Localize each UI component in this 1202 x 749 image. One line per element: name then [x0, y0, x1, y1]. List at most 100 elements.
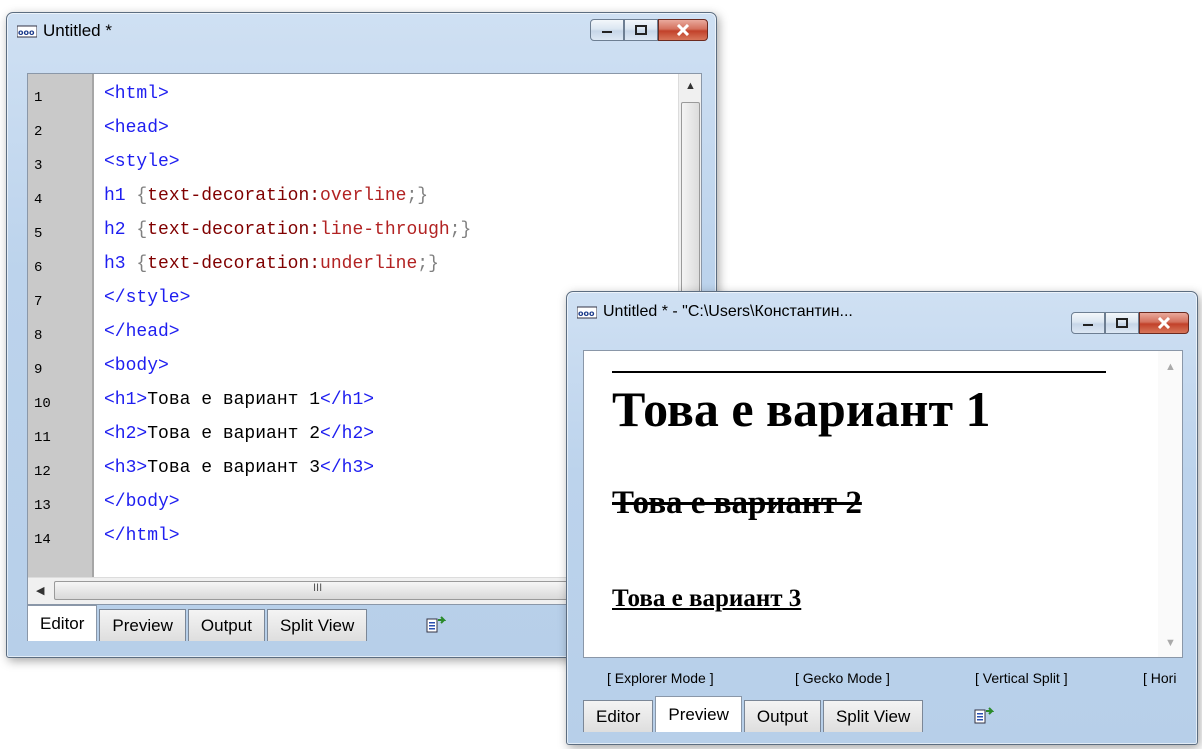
close-button[interactable]: [658, 19, 708, 41]
code-line[interactable]: <head>: [104, 118, 169, 138]
sync-view-icon[interactable]: [973, 706, 995, 726]
maximize-icon: [1116, 318, 1128, 328]
html-tag: <h3>: [104, 458, 148, 478]
preview-heading-1: Това е вариант 1: [612, 371, 1106, 441]
minimize-button[interactable]: [1071, 312, 1105, 334]
line-number-gutter: 1 2 3 4 5 6 7 8 9 10 11 12 13 14: [28, 74, 94, 580]
minimize-icon: [1083, 324, 1093, 326]
minimize-icon: [602, 31, 612, 33]
code-line[interactable]: </style>: [104, 288, 190, 308]
preview-window: ooo Untitled * - "C:\Users\Константин...…: [566, 291, 1198, 745]
html-tag: <h2>: [104, 424, 148, 444]
line-number: 7: [34, 294, 43, 310]
line-number: 2: [34, 124, 43, 140]
preview-heading-2: Това е вариант 2: [612, 485, 862, 521]
code-line[interactable]: <body>: [104, 356, 169, 376]
html-tag: </h2>: [320, 424, 375, 444]
code-line[interactable]: </html>: [104, 526, 180, 546]
maximize-icon: [635, 25, 647, 35]
css-property: text-decoration:: [147, 220, 321, 240]
editor-tab-bar: Editor Preview Output Split View: [27, 605, 447, 641]
render-mode-bar: [ Explorer Mode ] [ Gecko Mode ] [ Verti…: [583, 662, 1197, 692]
preview-titlebar[interactable]: ooo Untitled * - "C:\Users\Константин...: [567, 294, 1197, 334]
scroll-left-icon[interactable]: ◀: [36, 584, 44, 597]
maximize-button[interactable]: [1105, 312, 1139, 334]
scroll-up-icon[interactable]: ▲: [685, 80, 696, 92]
scroll-down-icon[interactable]: ▼: [1165, 637, 1176, 649]
tab-output[interactable]: Output: [187, 609, 265, 641]
html-tag: <body>: [104, 356, 169, 376]
css-selector: h1: [104, 186, 126, 206]
code-line[interactable]: <style>: [104, 152, 180, 172]
css-value: line-through: [320, 220, 450, 240]
code-line[interactable]: <h1>Това е вариант 1</h1>: [104, 390, 374, 410]
html-text: Това е вариант 1: [147, 390, 321, 410]
html-tag: </h1>: [320, 390, 375, 410]
close-button[interactable]: [1139, 312, 1189, 334]
editor-titlebar[interactable]: ooo Untitled *: [7, 13, 716, 49]
line-number: 10: [34, 396, 51, 412]
css-selector: h3: [104, 254, 126, 274]
explorer-mode-link[interactable]: [ Explorer Mode ]: [607, 670, 714, 686]
tab-preview[interactable]: Preview: [99, 609, 186, 641]
scroll-up-icon[interactable]: ▲: [1165, 361, 1176, 373]
line-number: 13: [34, 498, 51, 514]
html-tag: </html>: [104, 526, 180, 546]
close-icon: [676, 24, 690, 36]
tab-split-view[interactable]: Split View: [266, 609, 368, 641]
line-number: 1: [34, 90, 43, 106]
css-punct: {: [125, 220, 148, 240]
svg-text:ooo: ooo: [18, 28, 35, 37]
gecko-mode-link[interactable]: [ Gecko Mode ]: [795, 670, 890, 686]
preview-vertical-scrollbar[interactable]: ▲ ▼: [1158, 351, 1182, 657]
line-number: 3: [34, 158, 43, 174]
tab-preview[interactable]: Preview: [655, 696, 742, 732]
maximize-button[interactable]: [624, 19, 658, 41]
line-number: 4: [34, 192, 43, 208]
code-line[interactable]: <h3>Това е вариант 3</h3>: [104, 458, 374, 478]
horizontal-split-link[interactable]: [ Hori: [1143, 670, 1176, 686]
css-selector: h2: [104, 220, 126, 240]
html-tag: <head>: [104, 118, 169, 138]
css-property: text-decoration:: [147, 186, 321, 206]
css-punct: {: [125, 254, 148, 274]
vertical-split-link[interactable]: [ Vertical Split ]: [975, 670, 1068, 686]
app-icon: ooo: [577, 304, 597, 320]
code-line[interactable]: </head>: [104, 322, 180, 342]
horizontal-scroll-thumb[interactable]: III: [54, 581, 586, 600]
code-line[interactable]: </body>: [104, 492, 180, 512]
html-tag: <style>: [104, 152, 180, 172]
line-number: 12: [34, 464, 51, 480]
code-line[interactable]: <html>: [104, 84, 169, 104]
svg-text:ooo: ooo: [578, 309, 595, 318]
css-value: underline: [320, 254, 418, 274]
css-punct: ;}: [406, 186, 429, 206]
tab-output[interactable]: Output: [743, 700, 821, 732]
html-tag: <html>: [104, 84, 169, 104]
preview-pane[interactable]: Това е вариант 1 Това е вариант 2 Това е…: [583, 350, 1183, 658]
line-number: 8: [34, 328, 43, 344]
css-property: text-decoration:: [147, 254, 321, 274]
css-punct: ;}: [417, 254, 439, 274]
vertical-scroll-thumb[interactable]: [681, 102, 700, 294]
preview-heading-3: Това е вариант 3: [612, 585, 802, 612]
html-tag: </h3>: [320, 458, 375, 478]
code-line[interactable]: <h2>Това е вариант 2</h2>: [104, 424, 374, 444]
sync-view-icon[interactable]: [425, 615, 447, 635]
line-number: 5: [34, 226, 43, 242]
scroll-grip: III: [313, 582, 323, 594]
line-number: 6: [34, 260, 43, 276]
code-line[interactable]: h2 {text-decoration:line-through;}: [104, 220, 471, 240]
code-line[interactable]: h3 {text-decoration:underline;}: [104, 254, 439, 274]
css-punct: ;}: [449, 220, 472, 240]
window-title: Untitled *: [43, 21, 112, 40]
tab-editor[interactable]: Editor: [583, 700, 654, 732]
preview-tab-bar: Editor Preview Output Split View: [583, 696, 995, 732]
code-line[interactable]: h1 {text-decoration:overline;}: [104, 186, 428, 206]
tab-editor[interactable]: Editor: [27, 605, 98, 641]
tab-split-view[interactable]: Split View: [822, 700, 924, 732]
html-text: Това е вариант 2: [147, 424, 321, 444]
html-tag: </head>: [104, 322, 180, 342]
minimize-button[interactable]: [590, 19, 624, 41]
line-number: 9: [34, 362, 43, 378]
